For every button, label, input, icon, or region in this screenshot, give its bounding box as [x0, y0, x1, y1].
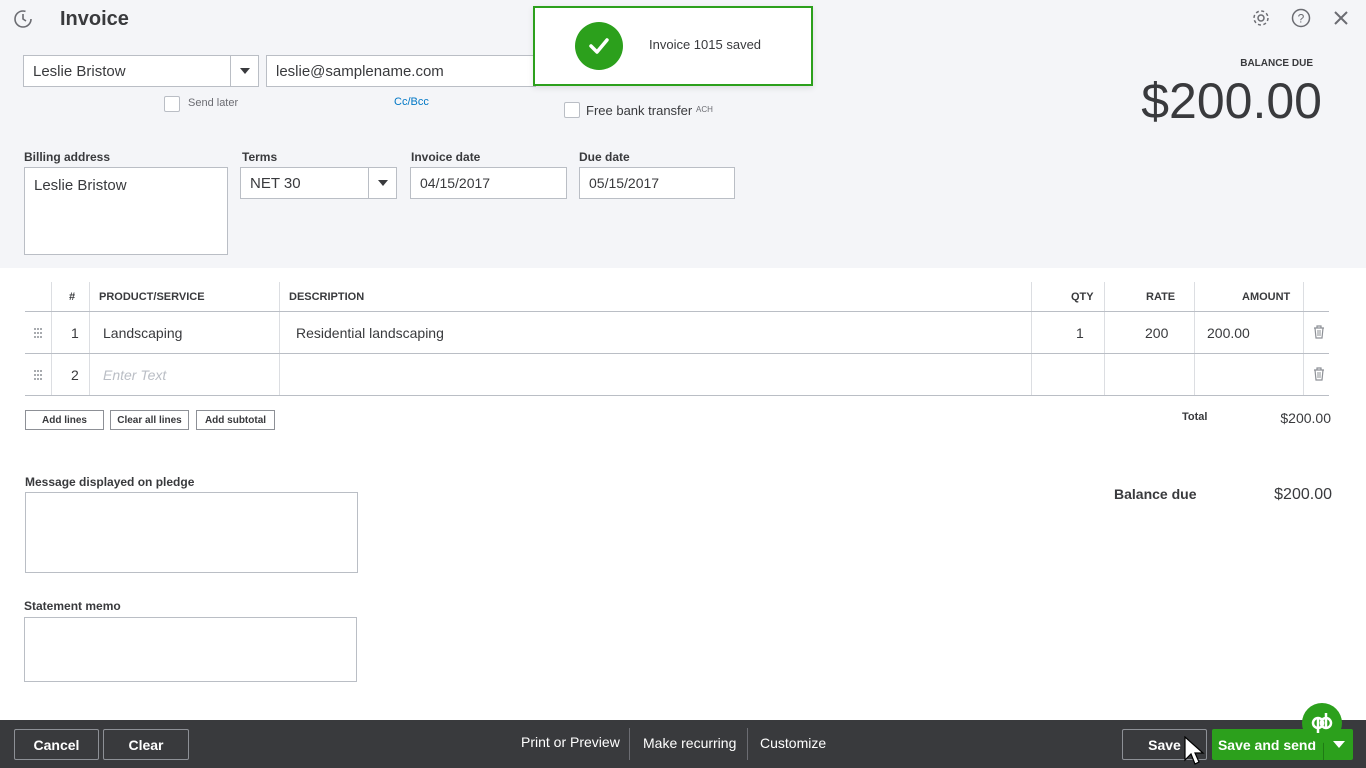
clear-button[interactable]: Clear: [103, 729, 189, 760]
send-later-label: Send later: [188, 97, 239, 109]
billing-address-field[interactable]: Leslie Bristow: [24, 167, 228, 255]
close-icon[interactable]: [1330, 7, 1352, 29]
invoice-date-value: 04/15/2017: [420, 175, 491, 191]
total-label: Total: [1182, 411, 1208, 423]
invoice-date-label: Invoice date: [411, 150, 481, 164]
page-title: Invoice: [60, 8, 129, 30]
clear-all-lines-button[interactable]: Clear all lines: [110, 410, 189, 430]
col-product: PRODUCT/SERVICE: [99, 291, 205, 303]
row-product[interactable]: Landscaping: [103, 325, 182, 341]
memo-label: Statement memo: [24, 599, 121, 613]
check-icon: [575, 22, 623, 70]
balance-due-summary-value: $200.00: [1274, 486, 1332, 503]
mouse-cursor-icon: [1184, 736, 1205, 765]
row-number: 2: [71, 367, 79, 383]
due-date-value: 05/15/2017: [589, 175, 660, 191]
billing-address-value: Leslie Bristow: [34, 177, 127, 194]
invoice-date-field[interactable]: 04/15/2017: [410, 167, 567, 199]
footer-bar: Cancel Clear Print or Preview Make recur…: [0, 720, 1366, 768]
table-row[interactable]: 2 Enter Text: [25, 354, 1329, 396]
make-recurring-link[interactable]: Make recurring: [643, 735, 736, 751]
quickbooks-logo-icon[interactable]: [1302, 703, 1342, 743]
ach-badge: ACH: [696, 105, 713, 114]
row-amount[interactable]: 200.00: [1207, 325, 1250, 341]
memo-textarea[interactable]: [24, 617, 357, 682]
col-number: #: [69, 291, 76, 303]
chevron-down-icon[interactable]: [230, 56, 258, 86]
header-actions: ?: [1250, 7, 1352, 29]
row-number: 1: [71, 325, 79, 341]
table-header: # PRODUCT/SERVICE DESCRIPTION QTY RATE A…: [25, 282, 1329, 312]
trash-icon[interactable]: [1313, 367, 1325, 381]
balance-due-amount: $200.00: [1141, 73, 1322, 129]
recent-transactions-icon[interactable]: [12, 8, 34, 30]
chevron-down-icon[interactable]: [368, 168, 396, 198]
table-row[interactable]: 1 Landscaping Residential landscaping 1 …: [25, 312, 1329, 354]
bank-transfer-label: Free bank transfer: [586, 103, 693, 118]
print-preview-link[interactable]: Print or Preview: [521, 734, 620, 750]
send-later-checkbox[interactable]: [164, 96, 180, 112]
message-label: Message displayed on pledge: [25, 475, 195, 489]
col-amount: AMOUNT: [1242, 291, 1291, 303]
balance-due-label: BALANCE DUE: [1240, 58, 1313, 69]
row-rate[interactable]: 200: [1145, 325, 1168, 341]
customize-link[interactable]: Customize: [760, 735, 826, 751]
row-description[interactable]: Residential landscaping: [296, 325, 444, 341]
add-subtotal-button[interactable]: Add subtotal: [196, 410, 275, 430]
due-date-label: Due date: [579, 150, 630, 164]
row-product-placeholder[interactable]: Enter Text: [103, 367, 166, 383]
col-rate: RATE: [1146, 291, 1176, 303]
col-qty: QTY: [1071, 291, 1094, 303]
terms-label: Terms: [242, 150, 278, 164]
bank-transfer-checkbox[interactable]: [564, 102, 580, 118]
saved-toast: Invoice 1015 saved: [533, 6, 813, 86]
due-date-field[interactable]: 05/15/2017: [579, 167, 735, 199]
footer-divider: [629, 728, 630, 760]
trash-icon[interactable]: [1313, 325, 1325, 339]
customer-select[interactable]: Leslie Bristow: [23, 55, 259, 87]
toast-message: Invoice 1015 saved: [649, 37, 762, 52]
terms-select[interactable]: NET 30: [240, 167, 397, 199]
terms-value: NET 30: [250, 174, 301, 192]
svg-text:?: ?: [1298, 12, 1305, 26]
row-qty[interactable]: 1: [1076, 325, 1084, 341]
line-items-table: # PRODUCT/SERVICE DESCRIPTION QTY RATE A…: [25, 282, 1329, 397]
message-textarea[interactable]: [25, 492, 358, 573]
billing-address-label: Billing address: [24, 150, 111, 164]
add-lines-button[interactable]: Add lines: [25, 410, 104, 430]
cc-bcc-link[interactable]: Cc/Bcc: [394, 96, 429, 108]
email-value: leslie@samplename.com: [276, 62, 444, 80]
balance-due-summary-label: Balance due: [1114, 486, 1197, 502]
drag-handle-icon[interactable]: [33, 327, 43, 339]
gear-icon[interactable]: [1250, 7, 1272, 29]
total-value: $200.00: [1280, 410, 1331, 426]
drag-handle-icon[interactable]: [33, 369, 43, 381]
email-field[interactable]: leslie@samplename.com: [266, 55, 536, 87]
help-icon[interactable]: ?: [1290, 7, 1312, 29]
cancel-button[interactable]: Cancel: [14, 729, 99, 760]
footer-divider: [747, 728, 748, 760]
customer-name: Leslie Bristow: [33, 62, 126, 80]
col-description: DESCRIPTION: [289, 291, 365, 303]
